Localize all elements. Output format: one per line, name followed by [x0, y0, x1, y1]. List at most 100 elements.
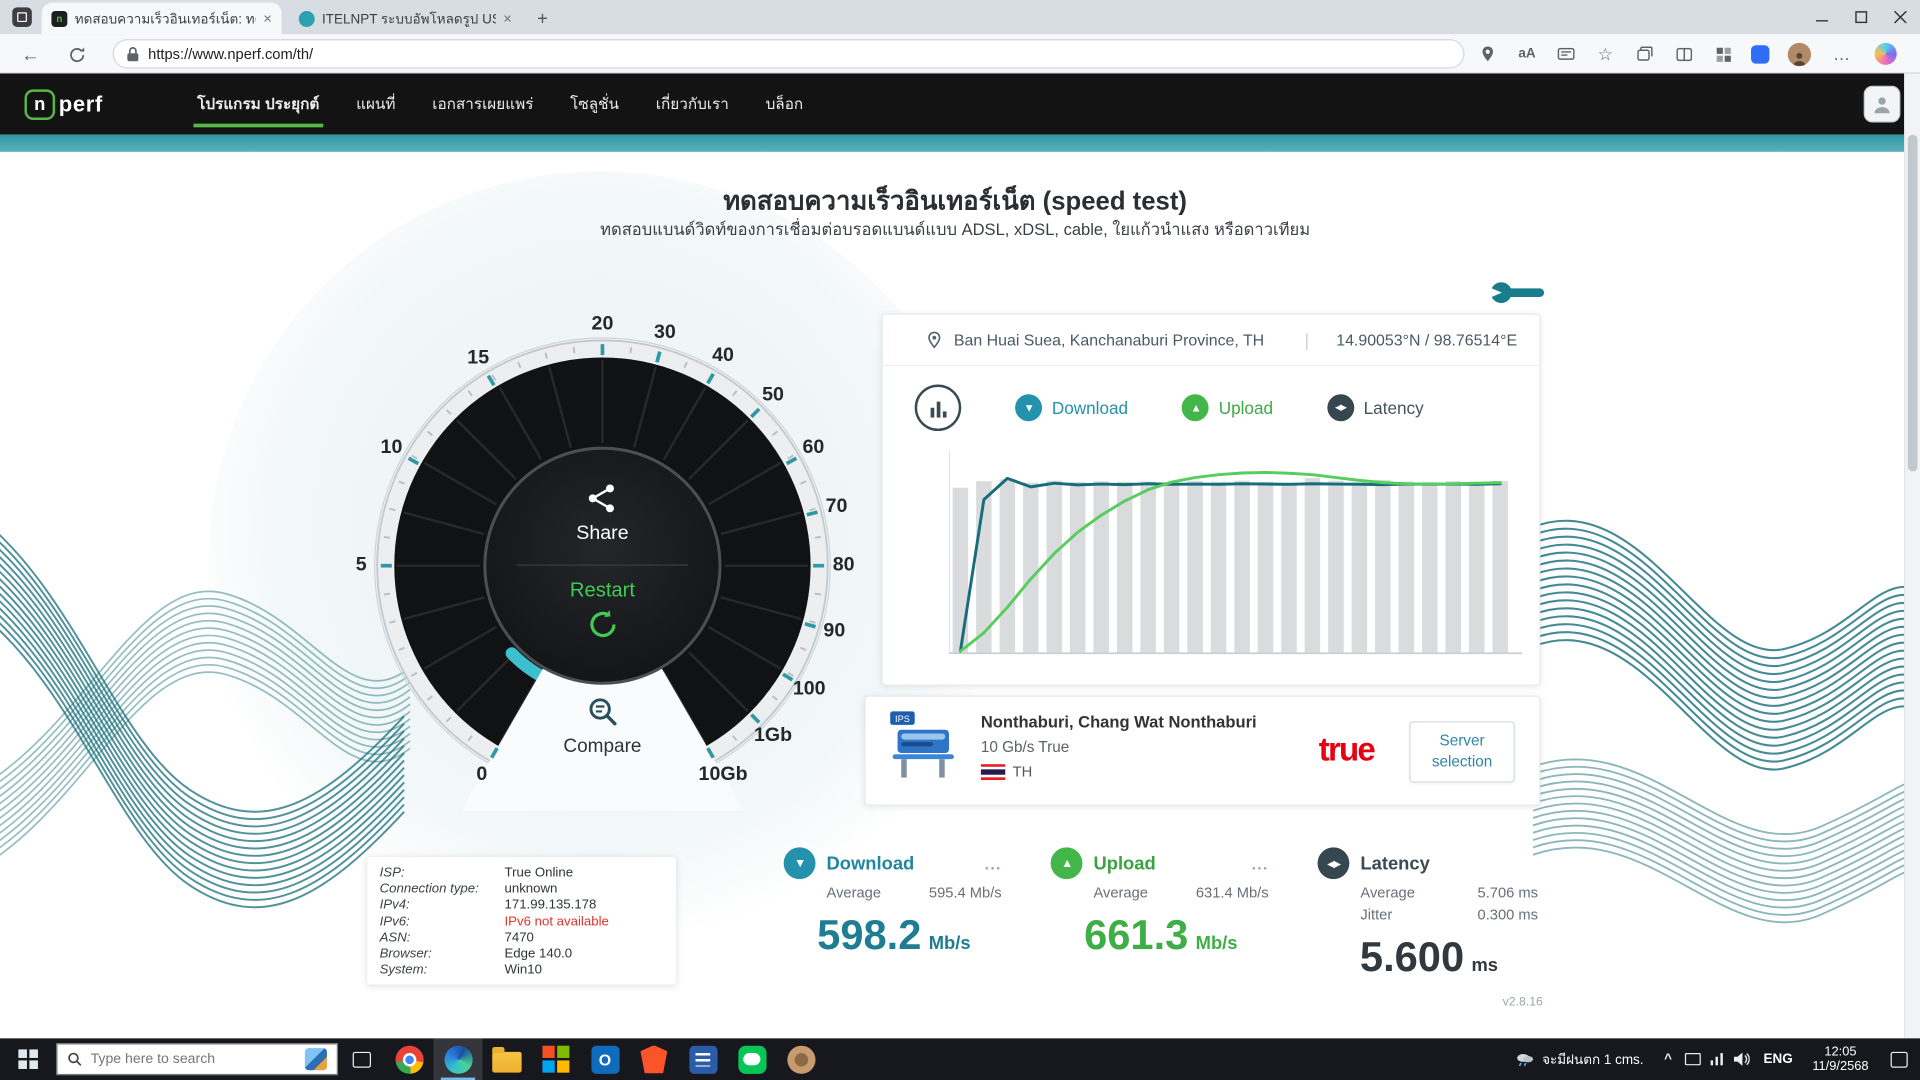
server-info: Nonthaburi, Chang Wat Nonthaburi 10 Gb/s…	[980, 713, 1257, 780]
menu-item-applications[interactable]: โปรแกรม ประยุกต์	[179, 70, 338, 139]
nperf-navbar: n perf โปรแกรม ประยุกต์ แผนที่ เอกสารเผย…	[0, 73, 1920, 135]
gauge-tick-label: 60	[802, 437, 825, 459]
browser-toolbar: ← https://www.nperf.com/th/ aA ☆ …	[0, 34, 1920, 74]
latency-icon: ◀ ▶	[1317, 847, 1350, 880]
graph-mode-icon[interactable]	[914, 384, 962, 432]
outlook-icon: O	[590, 1045, 619, 1074]
close-window-button[interactable]	[1881, 0, 1920, 34]
upload-menu-button[interactable]: ...	[1252, 854, 1271, 872]
menu-item-map[interactable]: แผนที่	[338, 70, 414, 139]
copilot-glyph	[1874, 42, 1897, 65]
browser-tab-nperf[interactable]: n ทดสอบความเร็วอินเทอร์เน็ต: ทดสอบค... ×	[41, 2, 282, 35]
start-button[interactable]	[0, 1038, 56, 1080]
maximize-button[interactable]	[1842, 0, 1881, 34]
taskbar-clock[interactable]: 12:05 11/9/2568	[1803, 1044, 1879, 1075]
menu-item-solutions[interactable]: โซลูชั่น	[552, 70, 638, 139]
taskbar-app-brave[interactable]	[629, 1038, 678, 1080]
profile-avatar[interactable]	[1787, 42, 1811, 66]
share-button[interactable]: Share	[576, 482, 629, 544]
translate-icon[interactable]: aA	[1515, 43, 1539, 65]
restart-button[interactable]: Restart	[570, 579, 635, 649]
split-screen-icon[interactable]	[1671, 43, 1695, 65]
tab-close-icon[interactable]: ×	[263, 10, 272, 27]
server-selection-button[interactable]: Server selection	[1409, 721, 1515, 783]
location-pin-icon[interactable]	[1476, 43, 1500, 65]
line-icon	[737, 1045, 766, 1074]
browser-essentials-icon[interactable]	[1747, 43, 1771, 65]
tray-network-icon[interactable]	[1705, 1038, 1729, 1080]
taskbar-app-microsoft[interactable]	[531, 1038, 580, 1080]
download-menu-button[interactable]: ...	[985, 854, 1004, 872]
tab-actions-icon[interactable]	[12, 7, 32, 27]
taskbar-app-document[interactable]	[678, 1038, 727, 1080]
new-tab-button[interactable]: +	[529, 5, 556, 32]
menu-item-publications[interactable]: เอกสารเผยแพร่	[414, 70, 552, 139]
task-view-button[interactable]	[338, 1038, 385, 1080]
minimize-button[interactable]	[1802, 0, 1841, 34]
server-card: IPS Nonthaburi, Chang Wat Nonthaburi 10 …	[864, 695, 1541, 806]
location-row: Ban Huai Suea, Kanchanaburi Province, TH…	[882, 315, 1540, 367]
true-logo: true	[1318, 731, 1376, 768]
refresh-button[interactable]	[64, 42, 91, 69]
address-bar[interactable]: https://www.nperf.com/th/	[112, 39, 1465, 69]
thailand-flag-icon	[980, 763, 1006, 780]
legend-download[interactable]: ▼ Download	[1015, 394, 1129, 422]
taskbar-app-file-explorer[interactable]	[482, 1038, 531, 1080]
search-highlight-icon[interactable]	[304, 1048, 327, 1071]
legend-upload[interactable]: ▲ Upload	[1181, 394, 1274, 422]
server-bandwidth: 10 Gb/s True	[980, 738, 1070, 756]
taskbar-app-misc[interactable]	[776, 1038, 825, 1080]
tab-actions-glyph	[17, 12, 27, 23]
tray-volume-icon[interactable]	[1729, 1038, 1753, 1080]
latency-summary: ◀ ▶ Latency Average 5.706 ms Jitter 0.300 m…	[1317, 847, 1541, 989]
scrollbar-thumb[interactable]	[1907, 134, 1917, 472]
legend-latency[interactable]: ◀ ▶ Latency	[1326, 394, 1424, 422]
upload-unit: Mb/s	[1195, 933, 1238, 954]
gauge-tick-label: 0	[476, 763, 488, 785]
menu-item-about[interactable]: เกี่ยวกับเรา	[637, 70, 747, 139]
notification-icon	[1890, 1051, 1908, 1068]
search-input[interactable]	[90, 1051, 287, 1067]
tray-display-icon[interactable]	[1680, 1038, 1704, 1080]
gauge-tick-label: 30	[653, 321, 676, 343]
favorites-star-icon[interactable]: ☆	[1593, 43, 1617, 65]
action-center-button[interactable]	[1878, 1038, 1920, 1080]
taskbar-app-edge[interactable]	[433, 1038, 483, 1080]
legend-upload-label: Upload	[1218, 397, 1274, 418]
legend-download-label: Download	[1051, 397, 1129, 418]
taskbar-search[interactable]	[56, 1043, 338, 1076]
settings-wrench-icon[interactable]	[1487, 277, 1545, 315]
tab-close-icon[interactable]: ×	[503, 10, 512, 27]
account-button[interactable]	[1863, 85, 1901, 123]
up-arrow-glyph: ▲	[1061, 856, 1073, 870]
language-indicator[interactable]: ENG	[1754, 1052, 1803, 1067]
copilot-icon[interactable]	[1873, 42, 1897, 65]
task-view-icon	[352, 1051, 371, 1068]
taskbar-app-outlook[interactable]: O	[580, 1038, 629, 1080]
weather-widget[interactable]: จะมีฝนตก 1 cms.	[1503, 1038, 1656, 1080]
tab-title: ITELNPT ระบบอัพโหลดรูป USO inver...	[322, 12, 496, 27]
taskbar-app-line[interactable]	[727, 1038, 776, 1080]
location-icon	[928, 331, 941, 349]
windows-logo-icon	[18, 1049, 38, 1069]
page-tools-icon[interactable]	[1554, 43, 1578, 65]
isp-label: Connection type:	[379, 881, 479, 897]
gauge-tick-label: 10	[380, 437, 403, 459]
nperf-favicon-letter: n	[56, 12, 63, 24]
compare-button[interactable]: Compare	[563, 697, 641, 758]
isp-info-panel: ISP: True Online Connection type: unknown …	[367, 857, 676, 985]
latency-legend-icon: ◀ ▶	[1326, 394, 1354, 422]
nperf-logo[interactable]: n perf	[24, 88, 102, 120]
collections-icon[interactable]	[1632, 43, 1656, 65]
gauge-tick-label: 5	[355, 554, 367, 576]
right-arrow-glyph: ▶	[1333, 857, 1341, 869]
hidden-icons-chevron[interactable]: ^	[1656, 1038, 1680, 1080]
gauge-tick-label: 40	[712, 345, 734, 367]
extensions-icon[interactable]	[1711, 43, 1735, 65]
back-button[interactable]: ←	[17, 42, 44, 69]
taskbar-app-chrome[interactable]	[384, 1038, 433, 1080]
menu-item-blog[interactable]: บล็อก	[747, 70, 821, 139]
settings-menu-icon[interactable]: …	[1829, 43, 1853, 65]
browser-tab-itelnpt[interactable]: ITELNPT ระบบอัพโหลดรูป USO inver... ×	[289, 2, 522, 34]
upload-summary: ▲ Upload ... Average 631.4 Mb/s 661.3 Mb/…	[1050, 847, 1271, 989]
